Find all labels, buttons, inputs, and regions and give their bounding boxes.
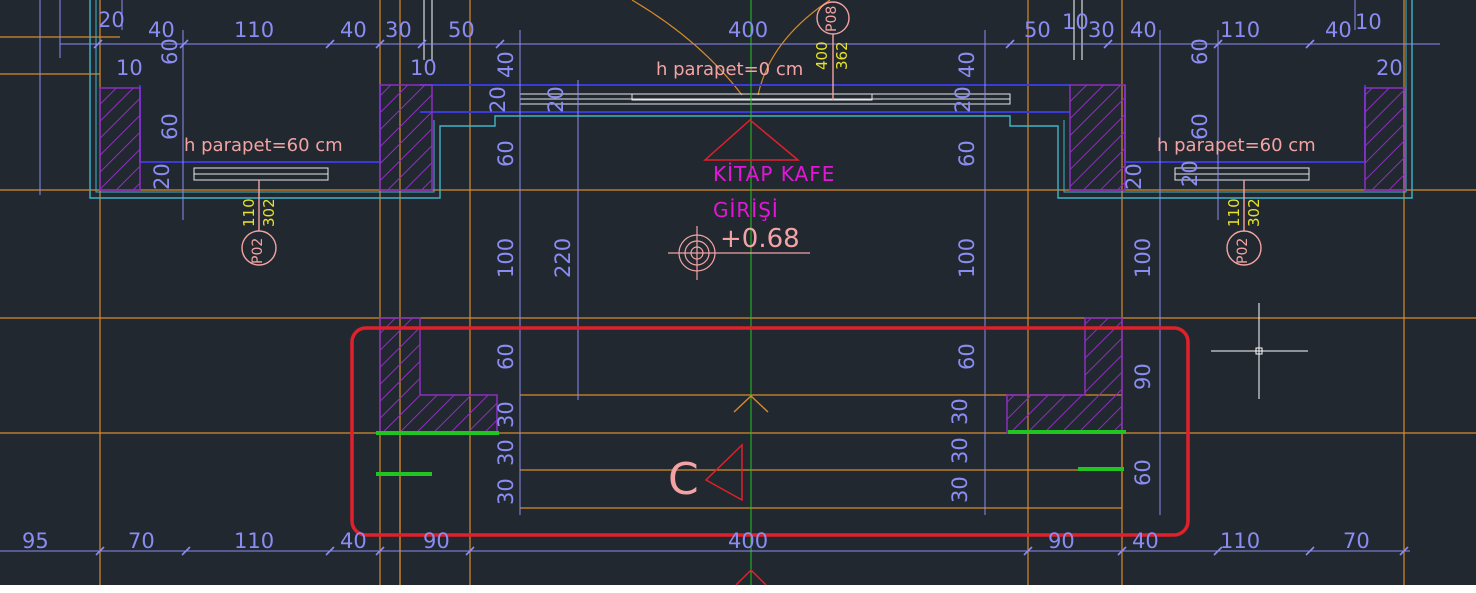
v-dim-c1-40: 40 xyxy=(494,51,518,78)
section-arrow xyxy=(704,443,743,502)
bottom-dim-70: 70 xyxy=(128,529,155,553)
v-dim-left-60-mid: 60 xyxy=(158,113,182,140)
v-dim-c3-60: 60 xyxy=(955,140,979,167)
v-dim-r-60: 60 xyxy=(1131,459,1155,486)
v-dim-c1-30a: 30 xyxy=(494,401,518,428)
v-dim-c1-60b: 60 xyxy=(494,343,518,370)
bottom-dim-70b: 70 xyxy=(1343,529,1370,553)
center-window-height: 362 xyxy=(833,41,851,70)
top-dim-30b: 30 xyxy=(1088,18,1115,42)
v-dim-c3-40: 40 xyxy=(955,51,979,78)
v-dim-c3-30b: 30 xyxy=(948,437,972,464)
v-dim-c1-30b: 30 xyxy=(494,439,518,466)
v-dim-c2-20: 20 xyxy=(544,86,568,113)
top-dim-30: 30 xyxy=(385,18,412,42)
top-dim-40c: 40 xyxy=(1130,18,1157,42)
v-dim-c1-100: 100 xyxy=(494,237,518,278)
v-dim-c3-30c: 30 xyxy=(948,476,972,503)
level-value: +0.68 xyxy=(720,224,800,254)
v-dim-r-90: 90 xyxy=(1131,363,1155,390)
parapet-left-label: h parapet=60 cm xyxy=(184,135,343,156)
v-dim-r-60-top: 60 xyxy=(1188,38,1212,65)
top-dim-10d: 10 xyxy=(410,56,437,80)
top-dim-110b: 110 xyxy=(1220,18,1261,42)
v-dim-c3-20: 20 xyxy=(951,86,975,113)
top-dim-400: 400 xyxy=(728,18,769,42)
v-dim-c3-60b: 60 xyxy=(955,343,979,370)
bottom-dim-95: 95 xyxy=(22,529,49,553)
center-window-width: 400 xyxy=(813,41,831,70)
parapet-right-label: h parapet=60 cm xyxy=(1157,135,1316,156)
bottom-dim-110b: 110 xyxy=(1220,529,1261,553)
cad-drawing[interactable] xyxy=(0,0,1476,585)
section-mark-label: C xyxy=(668,454,699,505)
left-window-height: 302 xyxy=(260,198,278,227)
v-dim-left-20: 20 xyxy=(150,163,174,190)
top-dim-40d: 40 xyxy=(1325,18,1352,42)
window-tag-center: P08 xyxy=(824,5,840,32)
right-window-height: 302 xyxy=(1245,198,1263,227)
bottom-dim-90: 90 xyxy=(423,529,450,553)
room-name-line2: GİRİŞİ xyxy=(713,198,779,222)
top-dim-110: 110 xyxy=(234,18,275,42)
top-dim-50b: 50 xyxy=(1024,18,1051,42)
top-dim-50: 50 xyxy=(448,18,475,42)
v-dim-r-100: 100 xyxy=(1131,237,1155,278)
top-dim-10b: 10 xyxy=(1355,10,1382,34)
top-dim-10: 10 xyxy=(1062,10,1089,34)
dimension-lines xyxy=(0,0,1440,556)
v-dim-c3-30a: 30 xyxy=(948,398,972,425)
v-dim-r-20: 20 xyxy=(1122,163,1146,190)
bottom-dim-400: 400 xyxy=(728,529,769,553)
top-dim-20b: 20 xyxy=(1376,56,1403,80)
v-dim-r-20b: 20 xyxy=(1178,160,1202,187)
window-tag-right: P02 xyxy=(1235,237,1251,264)
top-dim-10c: 10 xyxy=(116,56,143,80)
bottom-dim-110: 110 xyxy=(234,529,275,553)
v-dim-c3-100: 100 xyxy=(955,237,979,278)
cad-viewport[interactable]: 20 40 110 40 30 50 400 50 10 30 40 110 4… xyxy=(0,0,1476,585)
v-dim-c1-30c: 30 xyxy=(494,478,518,505)
top-dim-20: 20 xyxy=(98,8,125,32)
bottom-dim-90b: 90 xyxy=(1048,529,1075,553)
top-dim-40b: 40 xyxy=(340,18,367,42)
v-dim-c2-220: 220 xyxy=(551,237,575,278)
room-name-line1: KİTAP KAFE xyxy=(713,162,836,186)
v-dim-c1-20: 20 xyxy=(486,86,510,113)
bottom-dim-40: 40 xyxy=(340,529,367,553)
v-dim-left-60-top: 60 xyxy=(158,38,182,65)
v-dim-c1-60: 60 xyxy=(494,140,518,167)
parapet-center-label: h parapet=0 cm xyxy=(656,59,804,80)
right-window-width: 110 xyxy=(1225,198,1243,227)
bottom-dim-40b: 40 xyxy=(1132,529,1159,553)
window-tag-left: P02 xyxy=(250,237,266,264)
left-window-width: 110 xyxy=(240,198,258,227)
